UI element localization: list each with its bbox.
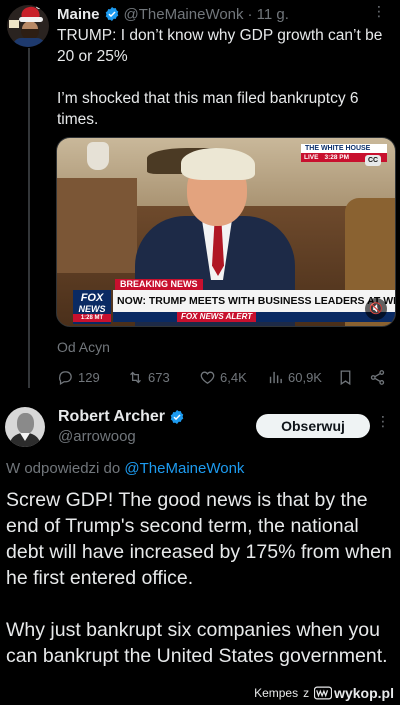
like-icon	[200, 371, 215, 384]
video-player[interactable]: THE WHITE HOUSE LIVE 3:28 PM CC BREAKING…	[56, 137, 396, 327]
news-lower-third: FOX NEWS 1:28 MT NOW: TRUMP MEETS WITH B…	[57, 290, 395, 324]
news-headline: NOW: TRUMP MEETS WITH BUSINESS LEADERS A…	[113, 290, 395, 312]
replying-to-prefix: W odpowiedzi do	[6, 460, 125, 477]
watermark-site: wykop.pl	[334, 685, 394, 701]
tweet-time[interactable]: · 11 g.	[248, 6, 289, 23]
reply-count: 129	[78, 370, 100, 385]
tweet-paragraph: TRUMP: I don’t know why GDP growth can’t…	[57, 27, 383, 65]
verified-badge-icon	[105, 7, 118, 21]
views-count: 60,9K	[288, 370, 322, 385]
repost-count: 673	[148, 370, 170, 385]
reply-author-handle[interactable]: @arrowoog	[58, 428, 136, 445]
reply-author-avatar[interactable]	[5, 407, 45, 447]
breaking-news-label: BREAKING NEWS	[115, 279, 203, 290]
reply-paragraph: Screw GDP! The good news is that by the …	[6, 489, 392, 589]
repost-button[interactable]: 673	[127, 369, 170, 386]
follow-button[interactable]: Obserwuj	[256, 414, 370, 438]
fox-news-logo: FOX NEWS 1:28 MT	[73, 290, 111, 324]
share-icon	[370, 370, 385, 385]
verified-badge-icon	[170, 410, 184, 424]
mute-icon[interactable]: 🔇	[365, 298, 387, 320]
repost-icon	[130, 371, 141, 384]
bookmark-icon	[340, 370, 351, 386]
watermark-user: Kempes	[254, 686, 299, 700]
author-avatar[interactable]	[7, 5, 49, 47]
reply-paragraph: Why just bankrupt six companies when you…	[6, 619, 388, 667]
like-count: 6,4K	[220, 370, 247, 385]
tweet-header: Maine @TheMaineWonk · 11 g.	[57, 5, 289, 23]
replying-to: W odpowiedzi do @TheMaineWonk	[6, 460, 244, 477]
replying-to-handle[interactable]: @TheMaineWonk	[124, 460, 244, 477]
watermark-z: z	[303, 686, 310, 700]
reply-author-name[interactable]: Robert Archer	[58, 408, 165, 426]
views-button[interactable]: 60,9K	[267, 369, 322, 386]
wykop-logo-icon	[314, 686, 333, 700]
author-handle[interactable]: @TheMaineWonk	[124, 6, 244, 23]
reply-icon	[59, 371, 72, 386]
tweet-text: TRUMP: I don’t know why GDP growth can’t…	[57, 25, 387, 151]
captions-icon[interactable]: CC	[365, 155, 381, 166]
tweet-actions: 129 673 6,4K 60,9K	[57, 369, 392, 387]
views-icon	[269, 371, 282, 384]
reply-author-name-row: Robert Archer	[58, 407, 189, 427]
bookmark-button[interactable]	[337, 369, 354, 386]
more-icon[interactable]: ⋮	[374, 414, 392, 434]
author-name[interactable]: Maine	[57, 6, 100, 23]
wykop-logo: wykop.pl	[314, 685, 394, 701]
tweet-paragraph: I’m shocked that this man filed bankrupt…	[57, 90, 359, 128]
like-button[interactable]: 6,4K	[199, 369, 247, 386]
media-source[interactable]: Od Acyn	[57, 339, 110, 355]
wykop-watermark: Kempes z wykop.pl	[254, 684, 394, 702]
share-button[interactable]	[369, 369, 386, 386]
reply-text: Screw GDP! The good news is that by the …	[6, 487, 396, 695]
more-icon[interactable]: ⋮	[370, 4, 388, 24]
news-alert-label: FOX NEWS ALERT	[177, 312, 257, 322]
thread-line	[28, 48, 30, 388]
reply-button[interactable]: 129	[57, 369, 100, 386]
